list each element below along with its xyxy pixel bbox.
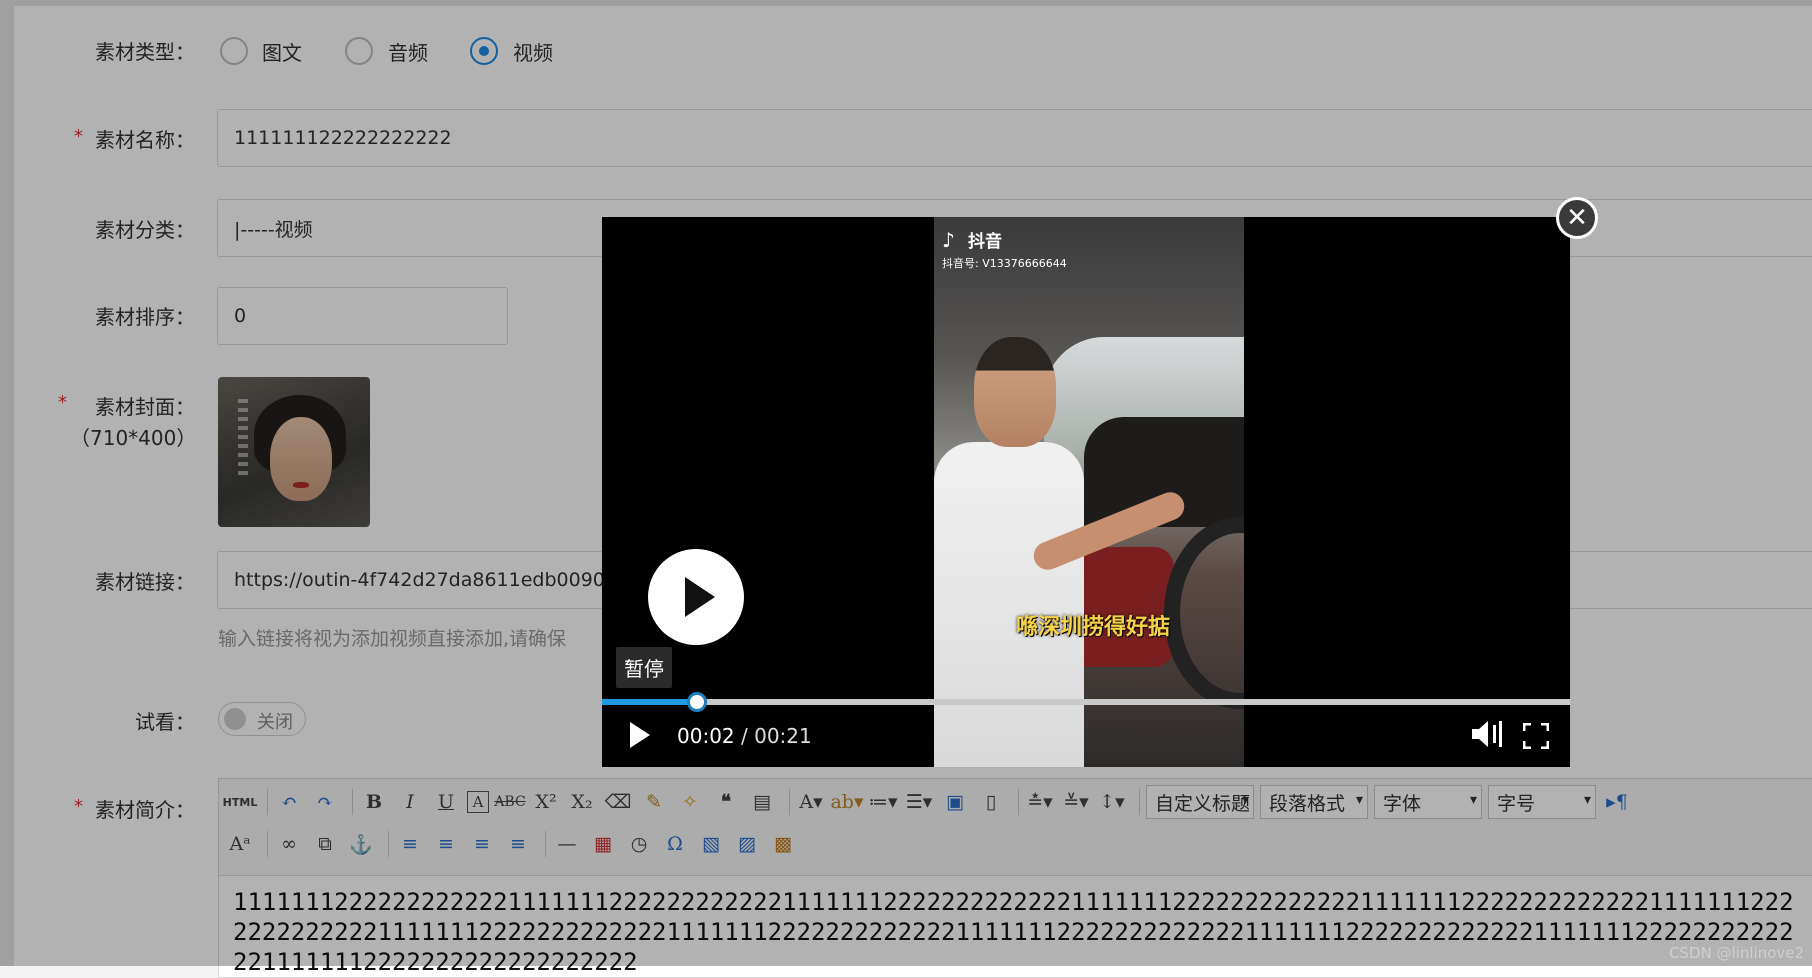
douyin-note-icon: ♪	[942, 227, 955, 252]
video-player[interactable]: ♪ 抖音 抖音号: V13376666644 喺深圳捞得好掂 暂停 00:02 …	[602, 217, 1570, 767]
control-play-icon[interactable]	[630, 722, 650, 748]
steering-wheel	[1164, 517, 1244, 709]
time-display: 00:02 / 00:21	[677, 724, 812, 748]
watermark: CSDN @linlinove2	[1668, 944, 1804, 962]
volume-icon[interactable]	[1470, 719, 1504, 749]
duration: 00:21	[754, 724, 812, 748]
fullscreen-icon[interactable]	[1523, 723, 1549, 749]
current-time: 00:02	[677, 724, 735, 748]
pause-tooltip: 暂停	[616, 647, 672, 688]
douyin-account-id: 抖音号: V13376666644	[942, 257, 1067, 270]
douyin-logo: ♪ 抖音	[942, 227, 1002, 253]
progress-fill	[602, 699, 698, 705]
close-icon[interactable]: ✕	[1556, 197, 1598, 239]
progress-handle[interactable]	[687, 692, 708, 712]
time-separator: /	[734, 724, 755, 748]
video-subtitle: 喺深圳捞得好掂	[1016, 615, 1171, 640]
driver-head	[974, 337, 1056, 447]
video-frame: ♪ 抖音 抖音号: V13376666644 喺深圳捞得好掂	[934, 217, 1244, 767]
driver-body	[934, 442, 1084, 767]
big-play-button[interactable]	[648, 549, 744, 645]
douyin-logo-text: 抖音	[968, 232, 1002, 252]
play-icon	[685, 577, 715, 617]
progress-bar[interactable]	[602, 692, 1570, 712]
